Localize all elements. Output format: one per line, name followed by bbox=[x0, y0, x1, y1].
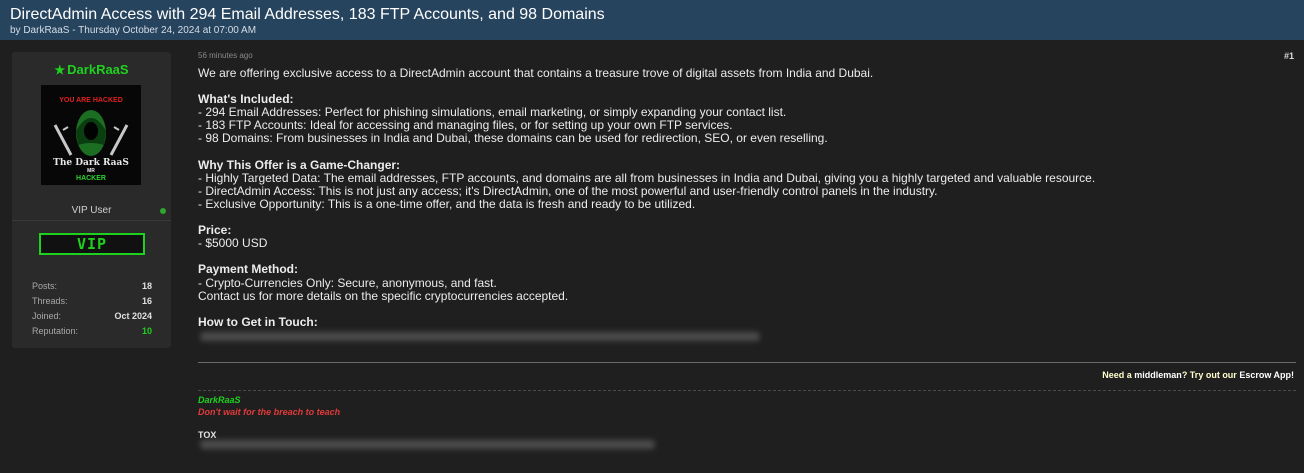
signature-divider bbox=[198, 390, 1296, 391]
post-line: - Crypto-Currencies Only: Secure, anonym… bbox=[198, 275, 497, 290]
hacker-avatar-image: YOU ARE HACKED The Dark RaaS MR HACKER bbox=[41, 85, 141, 185]
stat-threads: Threads: 16 bbox=[32, 294, 152, 309]
user-role: VIP User bbox=[71, 205, 112, 216]
post-intro: We are offering exclusive access to a Di… bbox=[198, 66, 874, 80]
stat-label: Joined: bbox=[32, 311, 62, 321]
stat-label: Threads: bbox=[32, 296, 68, 306]
section-heading: Payment Method: bbox=[198, 262, 299, 277]
stat-value: 10 bbox=[141, 326, 152, 336]
avatar-top-text: YOU ARE HACKED bbox=[59, 97, 123, 104]
avatar-bottom-text: HACKER bbox=[76, 175, 106, 182]
post-number-link[interactable]: #1 bbox=[1284, 51, 1294, 61]
post-line: - Highly Targeted Data: The email addres… bbox=[198, 170, 1096, 185]
post-divider bbox=[198, 362, 1296, 363]
user-stats: Posts: 18 Threads: 16 Joined: Oct 2024 R… bbox=[32, 279, 152, 339]
middleman-text: middleman bbox=[1134, 370, 1182, 380]
stat-reputation: Reputation: 10 bbox=[32, 324, 152, 339]
post-line: - DirectAdmin Access: This is not just a… bbox=[198, 183, 938, 198]
thread-meta: by DarkRaaS - Thursday October 24, 2024 … bbox=[10, 25, 257, 36]
avatar[interactable]: YOU ARE HACKED The Dark RaaS MR HACKER bbox=[41, 85, 141, 185]
avatar-small-text: MR bbox=[87, 168, 95, 174]
post-line: - Exclusive Opportunity: This is a one-t… bbox=[198, 196, 696, 211]
thread-title: DirectAdmin Access with 294 Email Addres… bbox=[10, 6, 605, 23]
section-heading: Price: bbox=[198, 223, 232, 238]
signature-tox-label: TOX bbox=[198, 430, 217, 440]
escrow-app-text: Escrow App! bbox=[1239, 370, 1294, 380]
vip-badge: VIP bbox=[39, 233, 145, 255]
sidebar-divider bbox=[12, 220, 171, 221]
stat-value: 18 bbox=[141, 281, 152, 291]
section-heading: Why This Offer is a Game-Changer: bbox=[198, 157, 401, 172]
stat-joined: Joined: Oct 2024 bbox=[32, 309, 152, 324]
section-heading: How to Get in Touch: bbox=[198, 314, 318, 329]
stat-value: Oct 2024 bbox=[114, 311, 152, 321]
avatar-middle-text: The Dark RaaS bbox=[53, 158, 129, 168]
thread-header: DirectAdmin Access with 294 Email Addres… bbox=[0, 0, 1304, 40]
username-link[interactable]: ★ DarkRaaS bbox=[12, 62, 171, 77]
signature-motto: Don't wait for the breach to teach bbox=[198, 407, 341, 417]
stat-label: Posts: bbox=[32, 281, 58, 291]
stat-value: 16 bbox=[141, 296, 152, 306]
stat-posts: Posts: 18 bbox=[32, 279, 152, 294]
post-timestamp[interactable]: 56 minutes ago bbox=[198, 51, 253, 60]
post-price: - $5000 USD bbox=[198, 236, 268, 251]
signature-name: DarkRaaS bbox=[198, 395, 241, 405]
user-sidebar: ★ DarkRaaS YOU ARE HACKED The Dark RaaS M… bbox=[12, 52, 171, 348]
post-line: - 98 Domains: From businesses in India a… bbox=[198, 131, 828, 146]
post-body: We are offering exclusive access to a Di… bbox=[198, 66, 1288, 329]
blurred-contact-info bbox=[200, 332, 760, 341]
escrow-middle: ? Try out our bbox=[1181, 370, 1240, 380]
blurred-tox-id bbox=[200, 440, 655, 449]
post-line: Contact us for more details on the speci… bbox=[198, 288, 569, 303]
online-status-icon bbox=[160, 208, 166, 214]
stat-label: Reputation: bbox=[32, 326, 79, 336]
star-icon: ★ bbox=[54, 63, 66, 77]
escrow-prefix: Need a bbox=[1102, 370, 1135, 380]
username-text: DarkRaaS bbox=[67, 62, 129, 77]
escrow-link[interactable]: Need a middleman? Try out our Escrow App… bbox=[1102, 370, 1294, 380]
